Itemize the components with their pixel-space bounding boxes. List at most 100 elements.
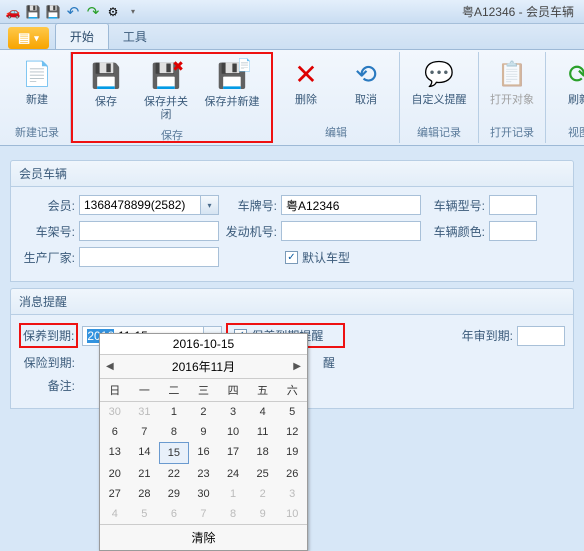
dp-weekday: 五 — [248, 378, 278, 402]
dp-day[interactable]: 29 — [159, 484, 189, 504]
date-picker[interactable]: 2016-10-15 ◀ 2016年11月 ▶ 日一二三四五六303112345… — [99, 333, 308, 551]
maker-input[interactable] — [79, 247, 219, 267]
dp-day[interactable]: 13 — [100, 442, 130, 464]
tab-tools[interactable]: 工具 — [109, 24, 161, 49]
new-button[interactable]: 📄 新建 — [8, 54, 66, 123]
dp-day[interactable]: 4 — [248, 402, 278, 422]
dp-day-other[interactable]: 5 — [130, 504, 160, 524]
dp-day[interactable]: 18 — [248, 442, 278, 464]
vin-input[interactable] — [79, 221, 219, 241]
default-model-label: 默认车型 — [302, 249, 350, 266]
dp-day[interactable]: 26 — [277, 464, 307, 484]
cancel-button[interactable]: ⟲ 取消 — [337, 54, 395, 123]
audit-due-input[interactable] — [517, 326, 565, 346]
dp-day[interactable]: 23 — [189, 464, 219, 484]
app-menu-button[interactable]: ▤ — [8, 27, 49, 49]
color-input[interactable] — [489, 221, 537, 241]
panel-remind-title: 消息提醒 — [10, 288, 574, 315]
save-button[interactable]: 💾 保存 — [77, 56, 135, 126]
refresh-button[interactable]: ⟳ 刷新 — [550, 54, 584, 123]
member-label: 会员: — [19, 197, 75, 214]
dp-prev-icon[interactable]: ◀ — [106, 361, 114, 372]
engine-label: 发动机号: — [223, 223, 277, 240]
open-obj-label: 打开对象 — [490, 94, 534, 107]
qat-save-icon[interactable]: 💾 — [24, 3, 42, 21]
dp-day[interactable]: 7 — [130, 422, 160, 442]
dp-day[interactable]: 25 — [248, 464, 278, 484]
open-obj-button[interactable]: 📋 打开对象 — [483, 54, 541, 123]
dp-day-other[interactable]: 10 — [277, 504, 307, 524]
qat-saveclose-icon[interactable]: 💾 — [44, 3, 62, 21]
qat-dropdown-icon[interactable]: ▾ — [124, 3, 142, 21]
delete-button[interactable]: ✕ 删除 — [277, 54, 335, 123]
cancel-label: 取消 — [355, 94, 377, 107]
member-combo[interactable]: ▾ — [79, 195, 219, 215]
dp-day[interactable]: 1 — [159, 402, 189, 422]
dp-day[interactable]: 15 — [159, 442, 189, 464]
qat-redo-icon[interactable]: ↷ — [84, 3, 102, 21]
dp-day-other[interactable]: 3 — [277, 484, 307, 504]
dp-day-other[interactable]: 7 — [189, 504, 219, 524]
dp-day[interactable]: 3 — [218, 402, 248, 422]
dp-day[interactable]: 11 — [248, 422, 278, 442]
member-input[interactable] — [79, 195, 201, 215]
model-label: 车辆型号: — [425, 197, 485, 214]
dp-day-other[interactable]: 2 — [248, 484, 278, 504]
save-close-icon: 💾✖ — [150, 60, 182, 92]
group-editrec-label: 编辑记录 — [404, 123, 474, 141]
dp-day[interactable]: 21 — [130, 464, 160, 484]
dp-day[interactable]: 6 — [100, 422, 130, 442]
open-obj-icon: 📋 — [496, 58, 528, 90]
dp-day[interactable]: 17 — [218, 442, 248, 464]
dp-month-label[interactable]: 2016年11月 — [172, 358, 235, 375]
qat-undo-icon[interactable]: ↶ — [64, 3, 82, 21]
tab-start[interactable]: 开始 — [55, 23, 109, 49]
qat-settings-icon[interactable]: ⚙ — [104, 3, 122, 21]
dp-weekday: 三 — [189, 378, 219, 402]
dp-day-other[interactable]: 6 — [159, 504, 189, 524]
dp-day[interactable]: 28 — [130, 484, 160, 504]
dp-day[interactable]: 27 — [100, 484, 130, 504]
save-close-button[interactable]: 💾✖ 保存并关闭 — [137, 56, 195, 126]
panel-vehicle-body: 会员: ▾ 车牌号: 车辆型号: 车架号: 发动机号: 车辆颜色: 生产厂家: … — [10, 187, 574, 282]
dp-day[interactable]: 2 — [189, 402, 219, 422]
dp-day[interactable]: 19 — [277, 442, 307, 464]
app-icon[interactable]: 🚗 — [4, 3, 22, 21]
dp-day[interactable]: 8 — [159, 422, 189, 442]
dp-day[interactable]: 22 — [159, 464, 189, 484]
custom-remind-label: 自定义提醒 — [412, 94, 467, 107]
dp-day[interactable]: 14 — [130, 442, 160, 464]
dp-clear-button[interactable]: 清除 — [100, 524, 307, 550]
dp-header: ◀ 2016年11月 ▶ — [100, 355, 307, 378]
dp-day-other[interactable]: 31 — [130, 402, 160, 422]
engine-input[interactable] — [281, 221, 421, 241]
dp-day-other[interactable]: 9 — [248, 504, 278, 524]
save-label: 保存 — [95, 96, 117, 109]
delete-icon: ✕ — [290, 58, 322, 90]
dp-day-other[interactable]: 30 — [100, 402, 130, 422]
dp-day[interactable]: 10 — [218, 422, 248, 442]
dp-day[interactable]: 5 — [277, 402, 307, 422]
dp-day[interactable]: 30 — [189, 484, 219, 504]
default-model-checkbox[interactable]: ✓ 默认车型 — [285, 249, 350, 266]
dp-day[interactable]: 16 — [189, 442, 219, 464]
dp-weekday: 六 — [277, 378, 307, 402]
dp-day[interactable]: 12 — [277, 422, 307, 442]
dp-day[interactable]: 9 — [189, 422, 219, 442]
dp-day-other[interactable]: 4 — [100, 504, 130, 524]
custom-remind-button[interactable]: 💬 自定义提醒 — [404, 54, 474, 123]
model-input[interactable] — [489, 195, 537, 215]
plate-input[interactable] — [281, 195, 421, 215]
save-icon: 💾 — [90, 60, 122, 92]
save-new-button[interactable]: 💾📄 保存并新建 — [197, 56, 267, 126]
save-close-label: 保存并关闭 — [139, 96, 193, 122]
group-open-label: 打开记录 — [483, 123, 541, 141]
dp-next-icon[interactable]: ▶ — [293, 361, 301, 372]
dp-day-other[interactable]: 1 — [218, 484, 248, 504]
dp-day[interactable]: 24 — [218, 464, 248, 484]
title-bar: 🚗 💾 💾 ↶ ↷ ⚙ ▾ 粤A12346 - 会员车辆 — [0, 0, 584, 24]
member-drop-icon[interactable]: ▾ — [201, 195, 219, 215]
dp-day[interactable]: 20 — [100, 464, 130, 484]
dp-day-other[interactable]: 8 — [218, 504, 248, 524]
dp-weekday: 一 — [130, 378, 160, 402]
